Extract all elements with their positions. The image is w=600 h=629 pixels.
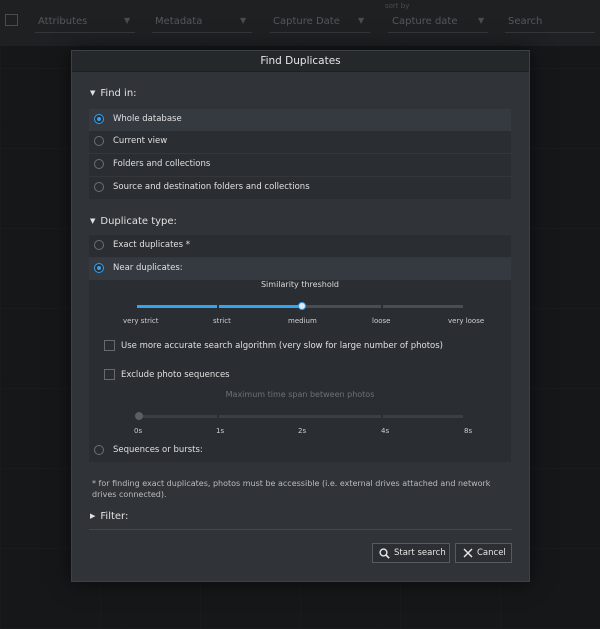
duplicate-type-title: Duplicate type:	[100, 216, 177, 227]
start-search-label: Start search	[394, 548, 446, 558]
find-in-panel: Whole database Current view Folders and …	[89, 109, 511, 199]
calendar-icon	[5, 14, 18, 26]
tick-label: 4s	[381, 427, 390, 435]
radio-near-duplicates[interactable]: Near duplicates:	[89, 258, 511, 280]
bg-divider	[152, 32, 252, 33]
radio-button[interactable]	[94, 136, 104, 146]
radio-button[interactable]	[94, 159, 104, 169]
duplicate-type-section-toggle[interactable]: ▼ Duplicate type:	[90, 216, 177, 227]
slider-track	[383, 415, 463, 418]
tick-label: medium	[288, 317, 317, 325]
radio-label: Source and destination folders and colle…	[113, 182, 310, 192]
radio-exact-duplicates[interactable]: Exact duplicates *	[89, 235, 511, 258]
filter-section-toggle[interactable]: ▶ Filter:	[90, 511, 128, 522]
background-toolbar: Attributes ▼ Metadata ▼ Capture Date ▼ s…	[0, 0, 600, 46]
dialog-title: Find Duplicates	[72, 51, 529, 72]
slider-track	[137, 305, 217, 308]
tick-label: loose	[372, 317, 391, 325]
chevron-down-icon: ▼	[124, 16, 131, 25]
bg-sort-label: sort by	[385, 2, 410, 10]
duplicate-type-panel: Exact duplicates * Near duplicates: Simi…	[89, 235, 511, 462]
accurate-algorithm-checkbox[interactable]	[104, 340, 115, 351]
bg-sort-capture-date: Capture date	[392, 16, 458, 27]
slider-track	[301, 305, 381, 308]
radio-button[interactable]	[94, 182, 104, 192]
bg-filter-metadata: Metadata	[155, 16, 203, 27]
exclude-sequences-label: Exclude photo sequences	[121, 370, 230, 380]
search-icon	[379, 548, 390, 559]
triangle-down-icon: ▼	[90, 217, 96, 225]
triangle-down-icon: ▼	[90, 89, 96, 97]
triangle-right-icon: ▶	[90, 512, 96, 520]
bg-search: Search	[508, 16, 543, 27]
find-in-title: Find in:	[100, 88, 137, 99]
tick-label: 8s	[464, 427, 473, 435]
start-search-button[interactable]: Start search	[372, 543, 450, 563]
time-span-label: Maximum time span between photos	[225, 390, 375, 399]
tick-label: very loose	[448, 317, 485, 325]
bg-filter-capture-date: Capture Date	[273, 16, 340, 27]
bg-divider	[505, 32, 595, 33]
slider-track	[137, 415, 217, 418]
similarity-threshold-label: Similarity threshold	[260, 280, 340, 289]
radio-whole-database[interactable]: Whole database	[89, 109, 511, 131]
accurate-algorithm-label: Use more accurate search algorithm (very…	[121, 341, 443, 351]
find-in-section-toggle[interactable]: ▼ Find in:	[90, 88, 137, 99]
bg-filter-attributes: Attributes	[38, 16, 88, 27]
cancel-button[interactable]: Cancel	[455, 543, 512, 563]
tick-label: 0s	[134, 427, 143, 435]
tick-label: 1s	[216, 427, 225, 435]
tick-label: strict	[213, 317, 231, 325]
radio-current-view[interactable]: Current view	[89, 131, 511, 154]
find-duplicates-dialog: Find Duplicates ▼ Find in: Whole database…	[71, 50, 530, 582]
exact-duplicates-footnote: * for finding exact duplicates, photos m…	[92, 479, 491, 499]
bg-divider	[35, 32, 135, 33]
radio-label: Sequences or bursts:	[113, 445, 203, 455]
close-icon	[463, 548, 473, 558]
tick-label: very strict	[123, 317, 159, 325]
radio-source-destination[interactable]: Source and destination folders and colle…	[89, 177, 511, 199]
radio-button[interactable]	[94, 263, 104, 273]
bg-divider	[388, 32, 488, 33]
radio-label: Exact duplicates *	[113, 240, 191, 250]
radio-button[interactable]	[94, 240, 104, 250]
slider-track	[219, 305, 301, 308]
radio-label: Whole database	[113, 114, 182, 124]
radio-button[interactable]	[94, 445, 104, 455]
slider-track	[383, 305, 463, 308]
radio-label: Current view	[113, 136, 168, 146]
exclude-sequences-checkbox[interactable]	[104, 369, 115, 380]
slider-track	[219, 415, 301, 418]
chevron-down-icon: ▼	[358, 16, 365, 25]
slider-track	[301, 415, 381, 418]
slider-handle[interactable]	[298, 302, 306, 310]
radio-button[interactable]	[94, 114, 104, 124]
slider-handle[interactable]	[135, 412, 143, 420]
footer-divider	[89, 529, 512, 530]
bg-divider	[270, 32, 370, 33]
radio-label: Near duplicates:	[113, 263, 183, 273]
radio-label: Folders and collections	[113, 159, 211, 169]
tick-label: 2s	[298, 427, 307, 435]
cancel-label: Cancel	[477, 548, 506, 558]
chevron-down-icon: ▼	[240, 16, 247, 25]
chevron-down-icon: ▼	[478, 16, 485, 25]
filter-title: Filter:	[100, 511, 129, 522]
radio-sequences-bursts[interactable]: Sequences or bursts:	[89, 440, 511, 462]
radio-folders-collections[interactable]: Folders and collections	[89, 154, 511, 177]
